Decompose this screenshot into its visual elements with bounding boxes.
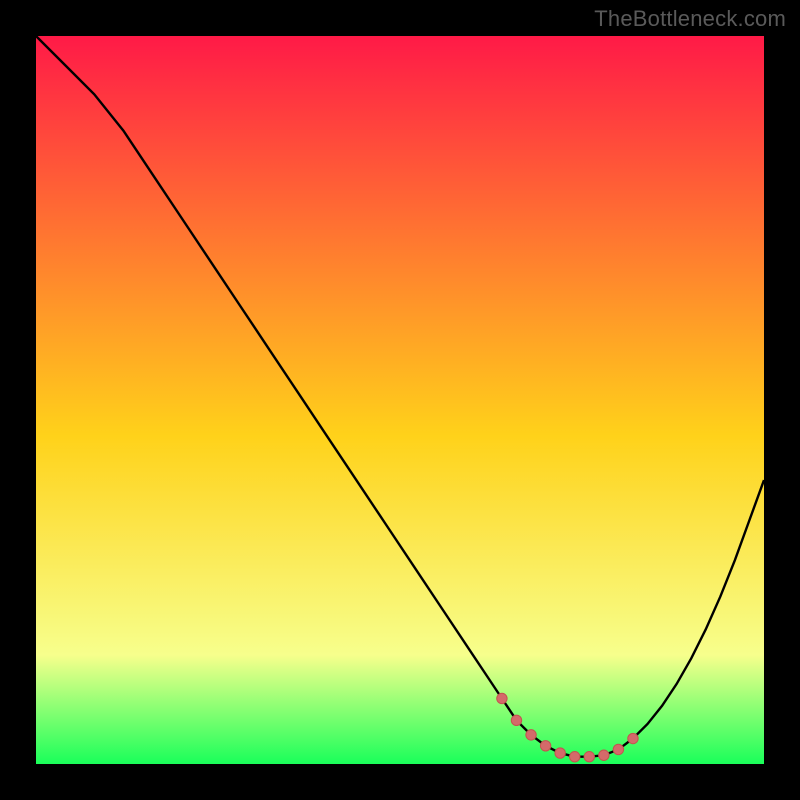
marker-dot: [613, 744, 623, 754]
marker-dot: [570, 752, 580, 762]
marker-dot: [497, 693, 507, 703]
marker-dot: [555, 748, 565, 758]
gradient-background: [36, 36, 764, 764]
marker-dot: [511, 715, 521, 725]
plot-svg: [36, 36, 764, 764]
marker-dot: [628, 733, 638, 743]
marker-dot: [526, 730, 536, 740]
marker-dot: [584, 752, 594, 762]
chart-stage: TheBottleneck.com: [0, 0, 800, 800]
plot-area: [36, 36, 764, 764]
marker-dot: [540, 741, 550, 751]
watermark-label: TheBottleneck.com: [594, 6, 786, 32]
marker-dot: [599, 750, 609, 760]
